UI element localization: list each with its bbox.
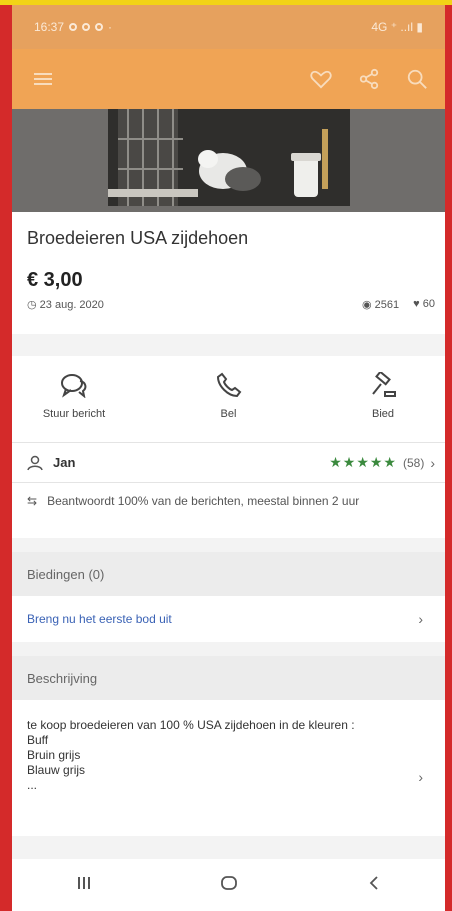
listing-title: Broedeieren USA zijdehoen bbox=[27, 228, 249, 248]
home-button[interactable] bbox=[220, 875, 238, 896]
status-right: 4G ⁺ ..ıl ▮ bbox=[371, 20, 423, 34]
response-text: Beantwoordt 100% van de berichten, meest… bbox=[47, 494, 360, 508]
clock-icon: ◷ bbox=[27, 299, 37, 311]
status-left: 16:37 · bbox=[34, 20, 112, 34]
notification-dot-icon: · bbox=[108, 20, 113, 34]
description-text: te koop broedeieren van 100 % USA zijdeh… bbox=[27, 718, 407, 793]
listing-stats: ◉ 2561 ♥ 60 bbox=[362, 298, 435, 311]
listing-photo[interactable] bbox=[108, 109, 350, 206]
search-button[interactable] bbox=[403, 65, 431, 93]
phone-icon bbox=[216, 372, 241, 398]
description-title: Beschrijving bbox=[27, 670, 98, 686]
description-line: te koop broedeieren van 100 % USA zijdeh… bbox=[27, 718, 355, 732]
chat-bubbles-icon bbox=[61, 374, 87, 398]
bids-header: Biedingen (0) bbox=[12, 552, 445, 596]
views-stat: ◉ 2561 bbox=[362, 298, 399, 311]
description-header: Beschrijving bbox=[12, 656, 445, 700]
recent-apps-icon bbox=[78, 876, 91, 889]
android-nav-bar bbox=[12, 859, 445, 911]
signal-battery-icons: 4G ⁺ ..ıl ▮ bbox=[371, 20, 423, 34]
phone-screen: 16:37 · 4G ⁺ ..ıl ▮ Broedeieren USA zijd… bbox=[12, 5, 445, 911]
chevron-right-icon: › bbox=[418, 611, 423, 627]
notification-icon bbox=[82, 23, 91, 31]
hamburger-menu-icon bbox=[34, 73, 52, 85]
description-line: Buff bbox=[27, 733, 49, 747]
rating-stars: ★★★★★ bbox=[329, 454, 397, 470]
place-first-bid-text: Breng nu het eerste bod uit bbox=[27, 612, 172, 626]
review-count: (58) bbox=[402, 455, 425, 470]
likes-stat: ♥ 60 bbox=[413, 298, 435, 311]
place-first-bid-link[interactable]: Breng nu het eerste bod uit › bbox=[12, 596, 445, 642]
seller-name: Jan bbox=[53, 455, 76, 470]
description-body[interactable]: te koop broedeieren van 100 % USA zijdeh… bbox=[12, 700, 445, 836]
share-button[interactable] bbox=[355, 65, 383, 93]
bid-button[interactable]: Bied bbox=[343, 372, 423, 430]
response-icon: ⇆ bbox=[27, 494, 38, 508]
seller-rating: ★★★★★ (58) › bbox=[329, 454, 435, 471]
app-bar-actions bbox=[307, 65, 431, 93]
description-line: Bruin grijs bbox=[27, 748, 81, 762]
recent-apps-button[interactable] bbox=[76, 875, 92, 896]
notification-icon bbox=[95, 23, 104, 31]
notification-icon bbox=[69, 23, 78, 31]
status-bar: 16:37 · 4G ⁺ ..ıl ▮ bbox=[12, 5, 445, 49]
description-line: ... bbox=[27, 778, 38, 792]
description-line: Blauw grijs bbox=[27, 763, 86, 777]
bids-title: Biedingen (0) bbox=[27, 566, 105, 582]
status-time: 16:37 bbox=[34, 20, 65, 34]
image-gallery[interactable] bbox=[12, 109, 445, 212]
favorite-button[interactable] bbox=[307, 65, 335, 93]
app-bar bbox=[12, 49, 445, 109]
person-icon bbox=[27, 455, 43, 470]
bid-label: Bied bbox=[371, 408, 395, 420]
spacer bbox=[12, 334, 445, 356]
listing-price: € 3,00 bbox=[27, 269, 83, 291]
contact-actions: Stuur bericht Bel Bied bbox=[12, 356, 445, 442]
back-icon bbox=[369, 875, 378, 890]
eye-icon: ◉ bbox=[362, 299, 372, 311]
heart-small-icon: ♥ bbox=[413, 298, 420, 310]
seller-name-wrap: Jan bbox=[27, 455, 75, 471]
send-message-label: Stuur bericht bbox=[42, 408, 106, 420]
listing-date-wrap: ◷ 23 aug. 2020 bbox=[27, 298, 104, 311]
search-icon bbox=[407, 69, 427, 89]
home-icon bbox=[221, 875, 238, 890]
call-label: Bel bbox=[220, 408, 237, 420]
chevron-right-icon: › bbox=[418, 768, 423, 785]
listing-date: 23 aug. 2020 bbox=[39, 299, 104, 311]
listing-meta: ◷ 23 aug. 2020 ◉ 2561 ♥ 60 bbox=[27, 298, 435, 311]
views-count: 2561 bbox=[374, 299, 400, 311]
share-icon bbox=[359, 68, 379, 90]
send-message-button[interactable]: Stuur bericht bbox=[34, 372, 114, 430]
chevron-right-icon: › bbox=[430, 454, 435, 471]
back-button[interactable] bbox=[367, 875, 381, 896]
heart-icon bbox=[310, 70, 332, 89]
seller-row[interactable]: Jan ★★★★★ (58) › bbox=[12, 442, 445, 482]
response-rate: ⇆ Beantwoordt 100% van de berichten, mee… bbox=[12, 482, 445, 538]
chickens-photo-icon bbox=[108, 109, 350, 206]
listing-header: Broedeieren USA zijdehoen € 3,00 ◷ 23 au… bbox=[12, 212, 445, 334]
gavel-icon bbox=[372, 372, 396, 397]
likes-count: 60 bbox=[422, 298, 435, 310]
call-button[interactable]: Bel bbox=[189, 372, 269, 430]
menu-button[interactable] bbox=[30, 65, 58, 93]
